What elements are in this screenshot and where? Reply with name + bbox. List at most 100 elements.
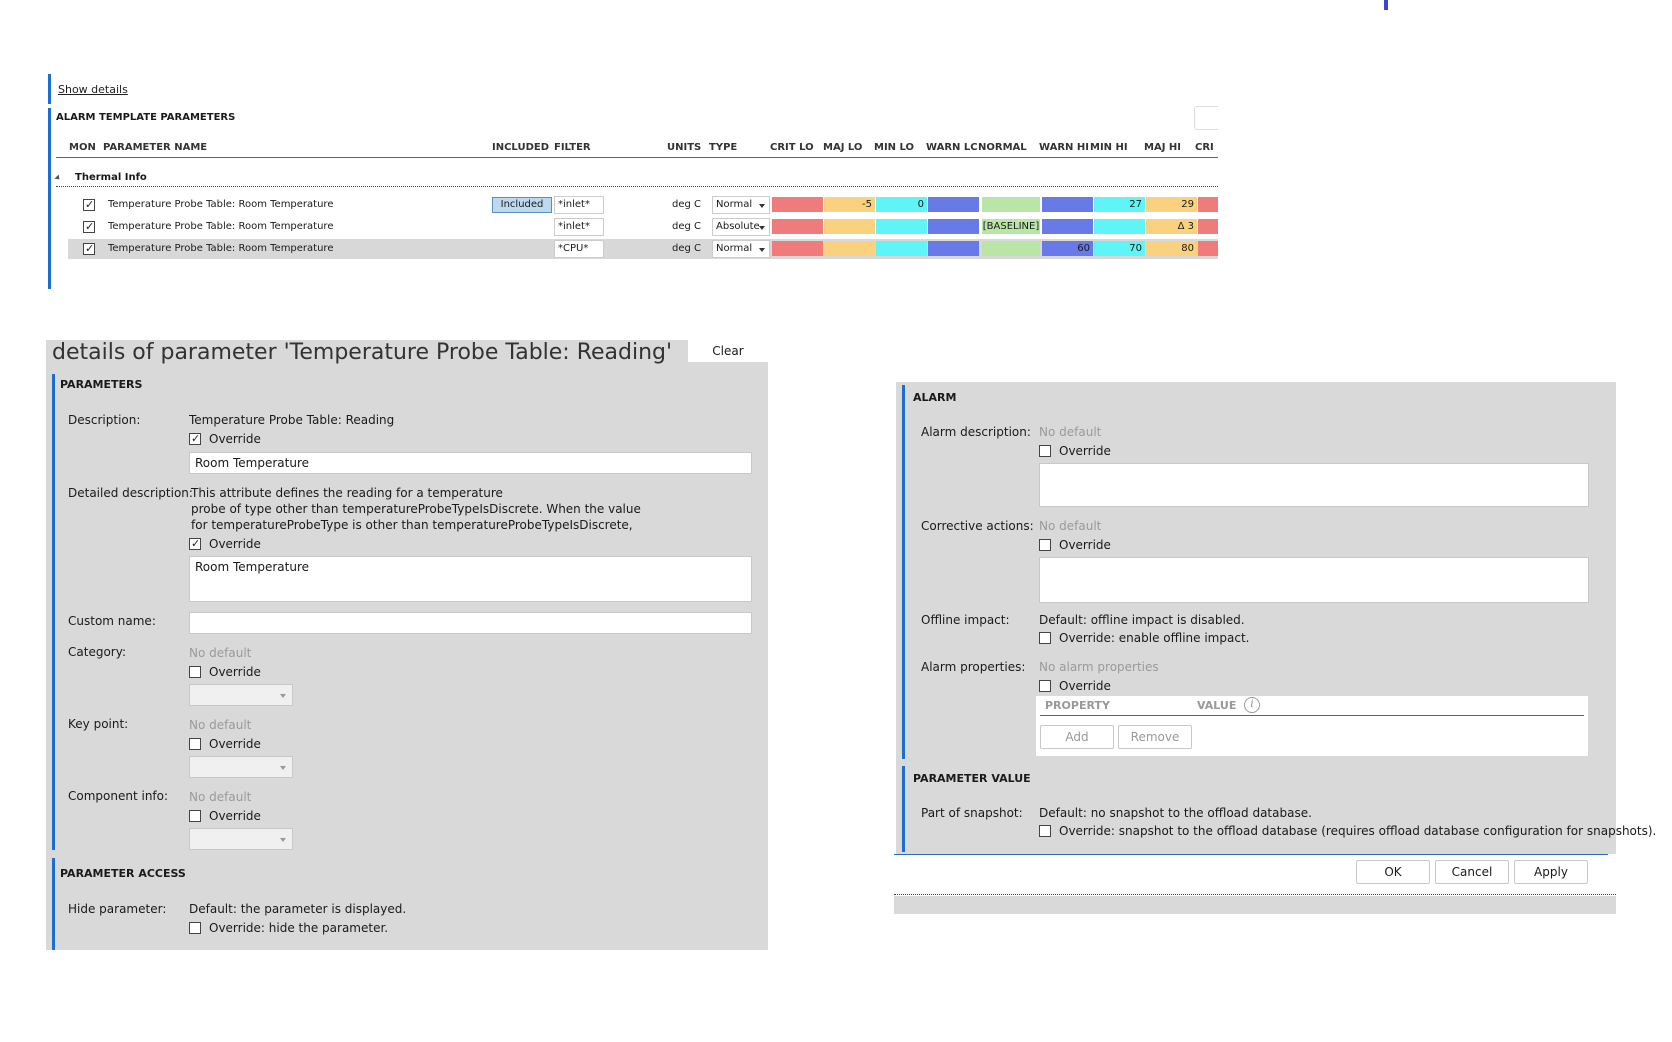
col-header-type[interactable]: TYPE: [709, 142, 737, 153]
alarm-description-textarea[interactable]: [1039, 463, 1589, 507]
crit-lo-cell[interactable]: [772, 219, 823, 234]
monitor-checkbox[interactable]: [83, 198, 95, 211]
custom-name-input[interactable]: [189, 612, 752, 634]
property-column-header[interactable]: PROPERTY: [1045, 699, 1110, 712]
col-header-crit-hi[interactable]: CRI: [1195, 142, 1214, 153]
warn-lo-cell[interactable]: [928, 219, 979, 234]
filter-input[interactable]: *CPU*: [554, 240, 604, 258]
value-column-header[interactable]: VALUE: [1197, 699, 1236, 712]
maj-lo-cell[interactable]: [824, 241, 875, 256]
filter-input[interactable]: *inlet*: [554, 218, 604, 236]
maj-hi-cell[interactable]: 80: [1146, 241, 1197, 256]
min-lo-cell[interactable]: [876, 241, 927, 256]
key-point-override-checkbox[interactable]: [189, 738, 201, 750]
table-row-selected[interactable]: Temperature Probe Table: Room Temperatur…: [68, 239, 1218, 259]
min-lo-cell[interactable]: 0: [876, 197, 927, 212]
description-override-input[interactable]: Room Temperature: [189, 452, 752, 474]
section-accent-bar: [52, 858, 55, 950]
clear-button[interactable]: Clear: [688, 340, 768, 362]
alarm-properties-label: Alarm properties:: [921, 660, 1026, 674]
type-dropdown[interactable]: Normal: [712, 196, 770, 214]
offline-impact-default: Default: offline impact is disabled.: [1039, 613, 1245, 627]
remove-property-button[interactable]: Remove: [1118, 725, 1192, 749]
col-header-mon[interactable]: MON: [69, 142, 96, 153]
col-header-min-lo[interactable]: MIN LO: [874, 142, 914, 153]
parameter-value-section-title: PARAMETER VALUE: [913, 772, 1031, 785]
detailed-override-checkbox[interactable]: [189, 537, 201, 550]
collapse-triangle-icon[interactable]: [54, 174, 62, 182]
col-header-warn-lo[interactable]: WARN LC: [926, 142, 978, 153]
monitor-checkbox[interactable]: [83, 242, 95, 255]
filter-input[interactable]: *inlet*: [554, 196, 604, 214]
ok-button[interactable]: OK: [1356, 860, 1430, 884]
warn-lo-cell[interactable]: [928, 241, 979, 256]
key-point-dropdown[interactable]: [189, 756, 293, 778]
corrective-actions-textarea[interactable]: [1039, 557, 1589, 603]
show-details-link[interactable]: Show details: [58, 83, 128, 96]
maj-hi-cell[interactable]: Δ 3: [1146, 219, 1197, 234]
col-header-min-hi[interactable]: MIN HI: [1090, 142, 1128, 153]
maj-lo-cell[interactable]: -5: [824, 197, 875, 212]
crit-hi-cell[interactable]: [1198, 197, 1218, 212]
col-header-warn-hi[interactable]: WARN HI: [1039, 142, 1089, 153]
type-value: Normal: [716, 199, 753, 210]
col-header-parameter-name[interactable]: PARAMETER NAME: [103, 142, 207, 153]
table-row[interactable]: Temperature Probe Table: Room Temperatur…: [68, 217, 1218, 237]
hide-parameter-override-checkbox[interactable]: [189, 922, 201, 934]
min-lo-cell[interactable]: [876, 219, 927, 234]
maj-hi-cell[interactable]: 29: [1146, 197, 1197, 212]
normal-cell[interactable]: [982, 197, 1040, 212]
snapshot-override-checkbox[interactable]: [1039, 825, 1051, 837]
col-header-maj-hi[interactable]: MAJ HI: [1144, 142, 1181, 153]
corrective-actions-override-checkbox[interactable]: [1039, 539, 1051, 551]
description-override-checkbox[interactable]: [189, 432, 201, 445]
col-header-units[interactable]: UNITS: [667, 142, 701, 153]
add-property-button[interactable]: Add: [1040, 725, 1114, 749]
crit-hi-cell[interactable]: [1198, 241, 1218, 256]
detailed-description-textarea[interactable]: Room Temperature: [189, 556, 752, 602]
group-thermal-info[interactable]: Thermal Info: [75, 172, 147, 183]
override-label: Override: [1059, 538, 1111, 552]
col-header-filter[interactable]: FILTER: [554, 142, 591, 153]
table-row[interactable]: Temperature Probe Table: Room Temperatur…: [68, 195, 1218, 215]
alarm-description-override-checkbox[interactable]: [1039, 445, 1051, 457]
category-dropdown[interactable]: [189, 684, 293, 706]
key-point-default: No default: [189, 718, 252, 732]
crit-hi-cell[interactable]: [1198, 219, 1218, 234]
dialog-footer-strip: [894, 896, 1616, 914]
component-info-dropdown[interactable]: [189, 828, 293, 850]
parameter-name: Temperature Probe Table: Room Temperatur…: [108, 199, 334, 210]
maj-lo-cell[interactable]: [824, 219, 875, 234]
normal-cell[interactable]: [BASELINE]: [982, 219, 1040, 234]
col-header-normal[interactable]: NORMAL: [978, 142, 1027, 153]
offline-impact-override-checkbox[interactable]: [1039, 632, 1051, 644]
cancel-button[interactable]: Cancel: [1435, 860, 1509, 884]
col-header-maj-lo[interactable]: MAJ LO: [823, 142, 862, 153]
component-info-override-checkbox[interactable]: [189, 810, 201, 822]
warn-lo-cell[interactable]: [928, 197, 979, 212]
included-badge[interactable]: Included: [492, 197, 552, 213]
category-default: No default: [189, 646, 252, 660]
crit-lo-cell[interactable]: [772, 197, 823, 212]
col-header-included[interactable]: INCLUDED: [492, 142, 549, 153]
type-dropdown[interactable]: Normal: [712, 240, 770, 258]
alarm-properties-default: No alarm properties: [1039, 660, 1159, 674]
alarm-properties-override-checkbox[interactable]: [1039, 680, 1051, 692]
col-header-crit-lo[interactable]: CRIT LO: [770, 142, 814, 153]
category-override-checkbox[interactable]: [189, 666, 201, 678]
min-hi-cell[interactable]: 70: [1094, 241, 1145, 256]
min-hi-cell[interactable]: [1094, 219, 1145, 234]
crit-lo-cell[interactable]: [772, 241, 823, 256]
apply-button[interactable]: Apply: [1514, 860, 1588, 884]
warn-hi-cell[interactable]: [1042, 219, 1093, 234]
warn-hi-cell[interactable]: 60: [1042, 241, 1093, 256]
info-icon[interactable]: i: [1244, 697, 1260, 713]
min-hi-cell[interactable]: 27: [1094, 197, 1145, 212]
normal-cell[interactable]: [982, 241, 1040, 256]
type-dropdown[interactable]: Absolute: [712, 218, 770, 236]
monitor-checkbox[interactable]: [83, 220, 95, 233]
category-label: Category:: [68, 645, 126, 659]
warn-hi-cell[interactable]: [1042, 197, 1093, 212]
panel-toggle-button[interactable]: [1194, 106, 1218, 130]
hide-parameter-label: Hide parameter:: [68, 902, 167, 916]
